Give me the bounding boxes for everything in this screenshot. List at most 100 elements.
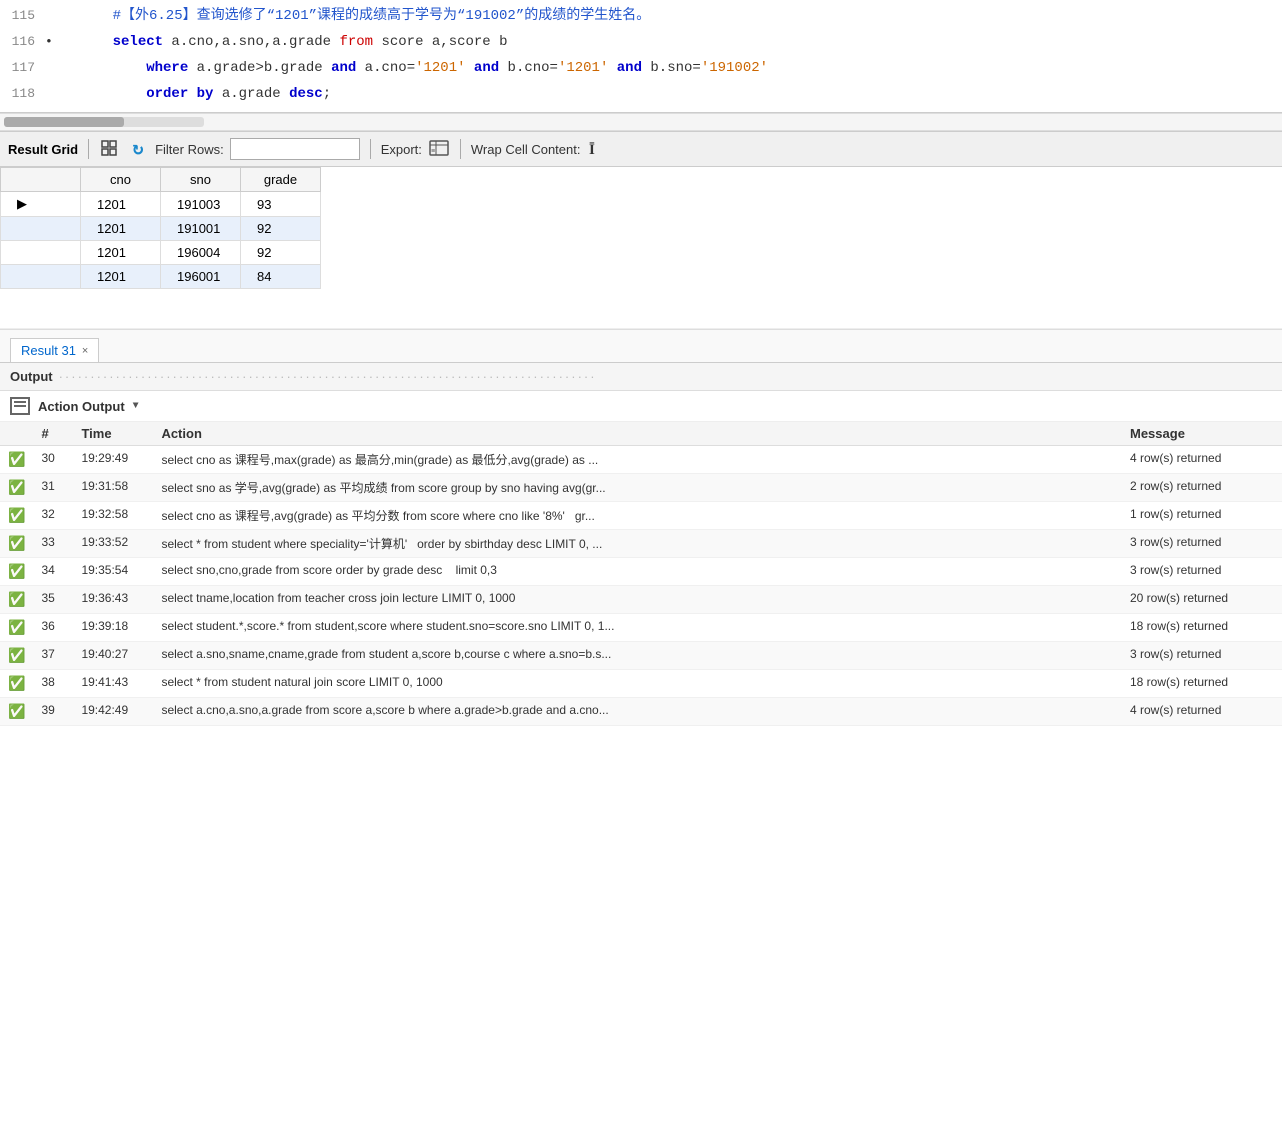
row-indicator-cell bbox=[1, 265, 81, 289]
result-tab-label: Result 31 bbox=[21, 343, 76, 358]
table-row: 120119100192 bbox=[1, 217, 321, 241]
cell-sno: 196004 bbox=[161, 241, 241, 265]
action-log-row: ✅ 3419:35:54select sno,cno,grade from sco… bbox=[0, 558, 1282, 586]
code-line-118: 118 order by a.grade desc; bbox=[0, 82, 1282, 108]
wrap-content-icon[interactable]: Ī bbox=[586, 138, 608, 160]
tab-close-button[interactable]: × bbox=[82, 345, 88, 357]
result-tab-area: Result 31 × bbox=[0, 329, 1282, 362]
action-log-row: ✅3019:29:49select cno as 课程号,max(grade) … bbox=[0, 446, 1282, 474]
cell-cno: 1201 bbox=[81, 192, 161, 217]
log-action: select sno,cno,grade from score order by… bbox=[153, 558, 1122, 586]
line-number: 116 bbox=[0, 34, 45, 49]
log-time: 19:40:27 bbox=[73, 642, 153, 670]
status-ok-icon: ✅ bbox=[8, 647, 25, 663]
log-num: 36 bbox=[33, 614, 73, 642]
log-time: 19:32:58 bbox=[73, 502, 153, 530]
code-line-115: 115 #【外6.25】查询选修了“1201”课程的成绩高于学号为“191002… bbox=[0, 4, 1282, 30]
col-header-grade: grade bbox=[241, 168, 321, 192]
export-icon[interactable]: ≡ bbox=[428, 138, 450, 160]
col-header-cno: cno bbox=[81, 168, 161, 192]
code-line-116: 116• select a.cno,a.sno,a.grade from sco… bbox=[0, 30, 1282, 56]
action-log-row: ✅3319:33:52select * from student where s… bbox=[0, 530, 1282, 558]
horizontal-scrollbar[interactable] bbox=[0, 113, 1282, 131]
status-icon-cell: ✅ bbox=[0, 642, 33, 670]
status-icon-cell: ✅ bbox=[0, 614, 33, 642]
col-header-action: Action bbox=[153, 422, 1122, 446]
log-num: 32 bbox=[33, 502, 73, 530]
status-ok-icon: ✅ bbox=[8, 563, 25, 579]
grid-view-icon[interactable] bbox=[99, 138, 121, 160]
scroll-thumb[interactable] bbox=[4, 117, 124, 127]
log-time: 19:31:58 bbox=[73, 474, 153, 502]
cell-grade: 84 bbox=[241, 265, 321, 289]
log-num: 37 bbox=[33, 642, 73, 670]
status-icon-cell: ✅ bbox=[0, 586, 33, 614]
scroll-track[interactable] bbox=[4, 117, 204, 127]
log-num: 33 bbox=[33, 530, 73, 558]
log-message: 20 row(s) returned bbox=[1122, 586, 1282, 614]
svg-text:Ī: Ī bbox=[589, 142, 595, 158]
status-icon-cell: ✅ bbox=[0, 558, 33, 586]
log-message: 4 row(s) returned bbox=[1122, 446, 1282, 474]
result-grid-toolbar: Result Grid ↻ Filter Rows: Export: ≡ Wra… bbox=[0, 131, 1282, 167]
log-action: select * from student natural join score… bbox=[153, 670, 1122, 698]
log-time: 19:35:54 bbox=[73, 558, 153, 586]
status-icon-cell: ✅ bbox=[0, 698, 33, 726]
result-31-tab[interactable]: Result 31 × bbox=[10, 338, 99, 362]
export-label: Export: bbox=[381, 142, 422, 157]
action-log-row: ✅3619:39:18select student.*,score.* from… bbox=[0, 614, 1282, 642]
line-content: order by a.grade desc; bbox=[59, 84, 1282, 105]
line-bullet: • bbox=[45, 34, 59, 49]
log-message: 18 row(s) returned bbox=[1122, 614, 1282, 642]
cell-cno: 1201 bbox=[81, 217, 161, 241]
log-message: 2 row(s) returned bbox=[1122, 474, 1282, 502]
status-icon-cell: ✅ bbox=[0, 502, 33, 530]
refresh-icon[interactable]: ↻ bbox=[127, 138, 149, 160]
status-ok-icon: ✅ bbox=[8, 619, 25, 635]
status-ok-icon: ✅ bbox=[8, 451, 25, 467]
log-num: 31 bbox=[33, 474, 73, 502]
filter-rows-input[interactable] bbox=[230, 138, 360, 160]
log-time: 19:42:49 bbox=[73, 698, 153, 726]
log-time: 19:29:49 bbox=[73, 446, 153, 474]
line-content: #【外6.25】查询选修了“1201”课程的成绩高于学号为“191002”的成绩… bbox=[59, 6, 1282, 27]
action-log-table: # Time Action Message ✅3019:29:49select … bbox=[0, 422, 1282, 726]
line-content: select a.cno,a.sno,a.grade from score a,… bbox=[59, 32, 1282, 53]
table-row: ▶120119100393 bbox=[1, 192, 321, 217]
action-log-row: ✅3119:31:58select sno as 学号,avg(grade) a… bbox=[0, 474, 1282, 502]
log-message: 3 row(s) returned bbox=[1122, 558, 1282, 586]
cell-grade: 92 bbox=[241, 217, 321, 241]
log-action: select tname,location from teacher cross… bbox=[153, 586, 1122, 614]
log-message: 1 row(s) returned bbox=[1122, 502, 1282, 530]
action-log-row: ✅3219:32:58select cno as 课程号,avg(grade) … bbox=[0, 502, 1282, 530]
action-output-dropdown[interactable]: ▼ bbox=[133, 401, 139, 412]
col-header-sno: sno bbox=[161, 168, 241, 192]
status-ok-icon: ✅ bbox=[8, 703, 25, 719]
log-message: 4 row(s) returned bbox=[1122, 698, 1282, 726]
log-num: 34 bbox=[33, 558, 73, 586]
result-data-table: cno sno grade ▶1201191003931201191001921… bbox=[0, 167, 321, 289]
col-header-message: Message bbox=[1122, 422, 1282, 446]
log-time: 19:33:52 bbox=[73, 530, 153, 558]
line-number: 118 bbox=[0, 86, 45, 101]
action-log-row: ✅3519:36:43select tname,location from te… bbox=[0, 586, 1282, 614]
status-icon-cell: ✅ bbox=[0, 446, 33, 474]
wrap-cell-content-label: Wrap Cell Content: bbox=[471, 142, 581, 157]
result-grid-label: Result Grid bbox=[8, 142, 78, 157]
status-ok-icon: ✅ bbox=[8, 591, 25, 607]
toolbar-separator-1 bbox=[88, 139, 89, 159]
row-indicator-cell bbox=[1, 241, 81, 265]
log-num: 30 bbox=[33, 446, 73, 474]
cell-grade: 92 bbox=[241, 241, 321, 265]
log-action: select a.sno,sname,cname,grade from stud… bbox=[153, 642, 1122, 670]
cell-sno: 191003 bbox=[161, 192, 241, 217]
line-number: 115 bbox=[0, 8, 45, 23]
log-num: 38 bbox=[33, 670, 73, 698]
table-row: 120119600184 bbox=[1, 265, 321, 289]
log-num: 35 bbox=[33, 586, 73, 614]
row-indicator-header bbox=[1, 168, 81, 192]
status-icon-cell: ✅ bbox=[0, 530, 33, 558]
log-message: 3 row(s) returned bbox=[1122, 530, 1282, 558]
output-section: Output ·································… bbox=[0, 362, 1282, 726]
code-editor: 115 #【外6.25】查询选修了“1201”课程的成绩高于学号为“191002… bbox=[0, 0, 1282, 113]
